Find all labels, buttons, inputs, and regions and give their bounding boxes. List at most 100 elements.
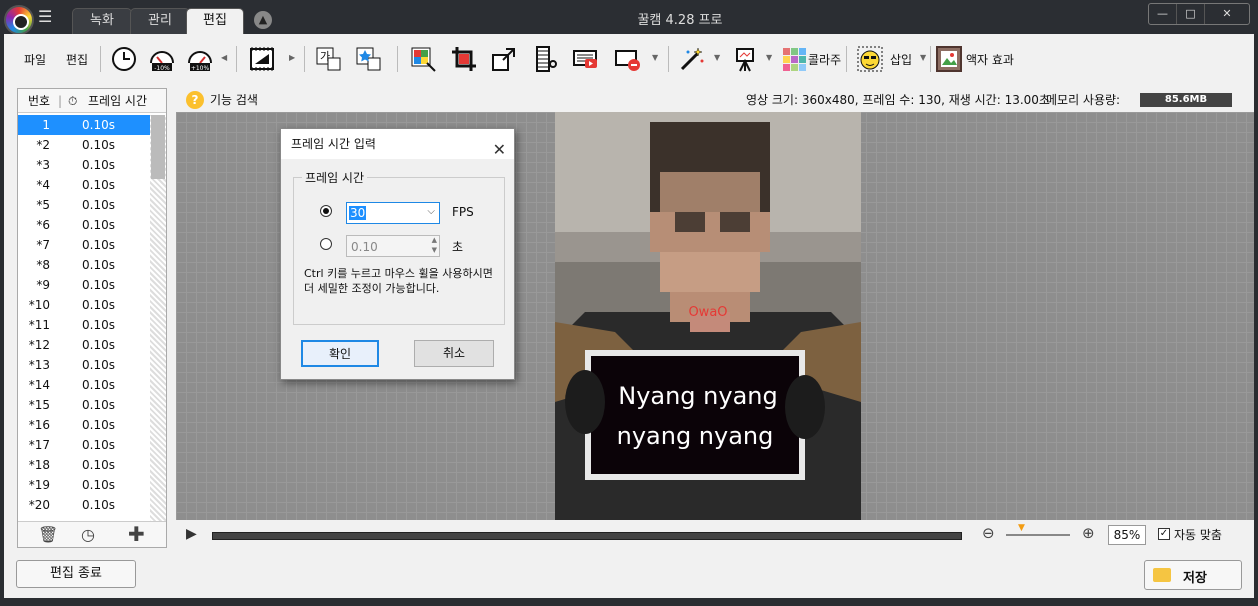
col-number-header[interactable]: 번호	[28, 89, 50, 113]
zoom-value[interactable]: 85%	[1108, 525, 1146, 545]
frame-effect-icon[interactable]	[935, 45, 963, 73]
preview-image[interactable]: OwaO Nyang nyang nyang nyang	[555, 112, 861, 520]
seconds-value[interactable]: 0.10	[351, 240, 378, 254]
crop-icon[interactable]	[450, 45, 478, 73]
frame-row[interactable]: *20 0.10s	[18, 495, 150, 515]
frame-row[interactable]: *5 0.10s	[18, 195, 150, 215]
fps-radio[interactable]	[320, 205, 332, 217]
sticker-insert-icon[interactable]	[355, 45, 383, 73]
dropdown-arrow-icon[interactable]: ▼	[920, 53, 926, 62]
seconds-unit: 초	[452, 240, 464, 254]
scrollbar-thumb[interactable]	[151, 115, 165, 179]
file-menu[interactable]: 파일	[24, 51, 46, 68]
tab-manage[interactable]: 관리	[130, 8, 190, 34]
frame-row[interactable]: *9 0.10s	[18, 275, 150, 295]
menu-icon[interactable]: ☰	[38, 9, 54, 25]
collapse-icon[interactable]: ▲	[254, 11, 272, 29]
color-filter-icon[interactable]	[409, 45, 437, 73]
resize-icon[interactable]	[490, 45, 518, 73]
scroll-left-icon[interactable]: ◀	[221, 53, 227, 62]
help-icon[interactable]: ?	[186, 91, 204, 109]
add-icon[interactable]: ✚	[128, 522, 145, 546]
tab-record[interactable]: 녹화	[72, 8, 132, 34]
emoji-insert-icon[interactable]	[856, 45, 884, 73]
spin-up-icon[interactable]: ▲	[432, 236, 437, 244]
frame-row[interactable]: *7 0.10s	[18, 235, 150, 255]
delete-frame-icon[interactable]	[614, 45, 642, 73]
clock-icon[interactable]	[110, 45, 138, 73]
frame-row[interactable]: *18 0.10s	[18, 455, 150, 475]
dropdown-arrow-icon[interactable]: ▼	[766, 53, 772, 62]
dialog-close-icon[interactable]: ✕	[493, 135, 506, 165]
seconds-spinner[interactable]: 0.10 ▲ ▼	[346, 235, 440, 257]
cancel-button[interactable]: 취소	[414, 340, 494, 367]
frame-row[interactable]: *2 0.10s	[18, 135, 150, 155]
edit-menu[interactable]: 편집	[66, 51, 88, 68]
frame-row[interactable]: *12 0.10s	[18, 335, 150, 355]
auto-fit-checkbox[interactable]: ✓	[1158, 528, 1170, 540]
text-insert-icon[interactable]: 가	[315, 45, 343, 73]
dropdown-arrow-icon[interactable]: ▼	[652, 53, 658, 62]
save-button[interactable]: 저장	[1144, 560, 1242, 590]
fps-value[interactable]: 30	[349, 206, 367, 220]
frame-time-dialog: 프레임 시간 입력 ✕ 프레임 시간 30 ⌵ FPS 0.10 ▲ ▼ 초 C…	[280, 128, 515, 380]
seconds-radio[interactable]	[320, 238, 332, 250]
clock-edit-icon[interactable]: ◷	[81, 525, 95, 544]
spin-down-icon[interactable]: ▼	[432, 246, 437, 254]
zoom-thumb[interactable]: ▼	[1018, 523, 1025, 533]
frame-row[interactable]: *8 0.10s	[18, 255, 150, 275]
zoom-out-icon[interactable]: ⊖	[982, 524, 995, 542]
tab-edit[interactable]: 편집	[186, 8, 244, 34]
film-frame-icon[interactable]	[248, 45, 276, 73]
window-title: 꿀캠 4.28 프로	[637, 13, 723, 28]
frame-row[interactable]: 1 0.10s	[18, 115, 150, 135]
playback-bar: ▶ ⊖ ▼ ⊕ 85% ✓ 자동 맞춤	[176, 520, 1254, 550]
frame-row[interactable]: *4 0.10s	[18, 175, 150, 195]
collage-icon[interactable]	[780, 45, 808, 73]
video-frame-icon[interactable]	[571, 45, 599, 73]
chevron-down-icon[interactable]: ⌵	[427, 206, 435, 217]
dropdown-arrow-icon[interactable]: ▼	[714, 53, 720, 62]
easel-icon[interactable]	[731, 45, 759, 73]
close-button[interactable]: ✕	[1205, 4, 1249, 24]
frame-row[interactable]: *13 0.10s	[18, 355, 150, 375]
film-cut-icon[interactable]	[531, 45, 559, 73]
frame-row[interactable]: *15 0.10s	[18, 395, 150, 415]
play-icon[interactable]: ▶	[186, 526, 197, 542]
frame-row[interactable]: *16 0.10s	[18, 415, 150, 435]
zoom-slider[interactable]	[1006, 534, 1070, 536]
speed-down-icon[interactable]: -10%	[148, 45, 176, 73]
frame-duration: 0.10s	[82, 418, 115, 432]
frame-row[interactable]: *17 0.10s	[18, 435, 150, 455]
frame-effect-label[interactable]: 액자 효과	[966, 51, 1014, 68]
maximize-button[interactable]: □	[1177, 4, 1205, 24]
speed-up-icon[interactable]: +10%	[186, 45, 214, 73]
scroll-right-icon[interactable]: ▶	[289, 53, 295, 62]
app-logo-icon[interactable]	[4, 5, 34, 35]
auto-fit-label[interactable]: 자동 맞춤	[1174, 526, 1222, 543]
ok-button[interactable]: 확인	[301, 340, 379, 367]
trash-icon[interactable]: 🗑	[38, 525, 58, 544]
frame-row[interactable]: *11 0.10s	[18, 315, 150, 335]
frame-row[interactable]: *6 0.10s	[18, 215, 150, 235]
col-time-header[interactable]: 프레임 시간	[88, 89, 147, 113]
feature-search[interactable]: 기능 검색	[210, 88, 258, 112]
zoom-in-icon[interactable]: ⊕	[1082, 524, 1095, 542]
frame-row[interactable]: *14 0.10s	[18, 375, 150, 395]
frame-list-scrollbar[interactable]	[150, 115, 166, 523]
frame-row[interactable]: *3 0.10s	[18, 155, 150, 175]
minimize-button[interactable]: —	[1149, 4, 1177, 24]
dialog-hint: Ctrl 키를 누르고 마우스 휠을 사용하시면 더 세밀한 조정이 가능합니다…	[304, 267, 493, 295]
main-area: 번호 | ⏱ 프레임 시간 1 0.10s *2 0.10s *3 0.10s *4 0.10…	[4, 84, 1254, 552]
magic-wand-icon[interactable]	[678, 45, 706, 73]
frame-number: *4	[36, 178, 50, 192]
frame-duration: 0.10s	[82, 378, 115, 392]
exit-edit-button[interactable]: 편집 종료	[16, 560, 136, 588]
frame-row[interactable]: *19 0.10s	[18, 475, 150, 495]
timeline-slider[interactable]	[212, 532, 962, 540]
insert-label[interactable]: 삽입	[890, 51, 912, 68]
collage-label[interactable]: 콜라주	[808, 51, 841, 68]
frame-row[interactable]: *10 0.10s	[18, 295, 150, 315]
fps-select[interactable]: 30 ⌵	[346, 202, 440, 224]
frame-list[interactable]: 1 0.10s *2 0.10s *3 0.10s *4 0.10s *5 0.10s *6 0.10…	[18, 115, 150, 523]
